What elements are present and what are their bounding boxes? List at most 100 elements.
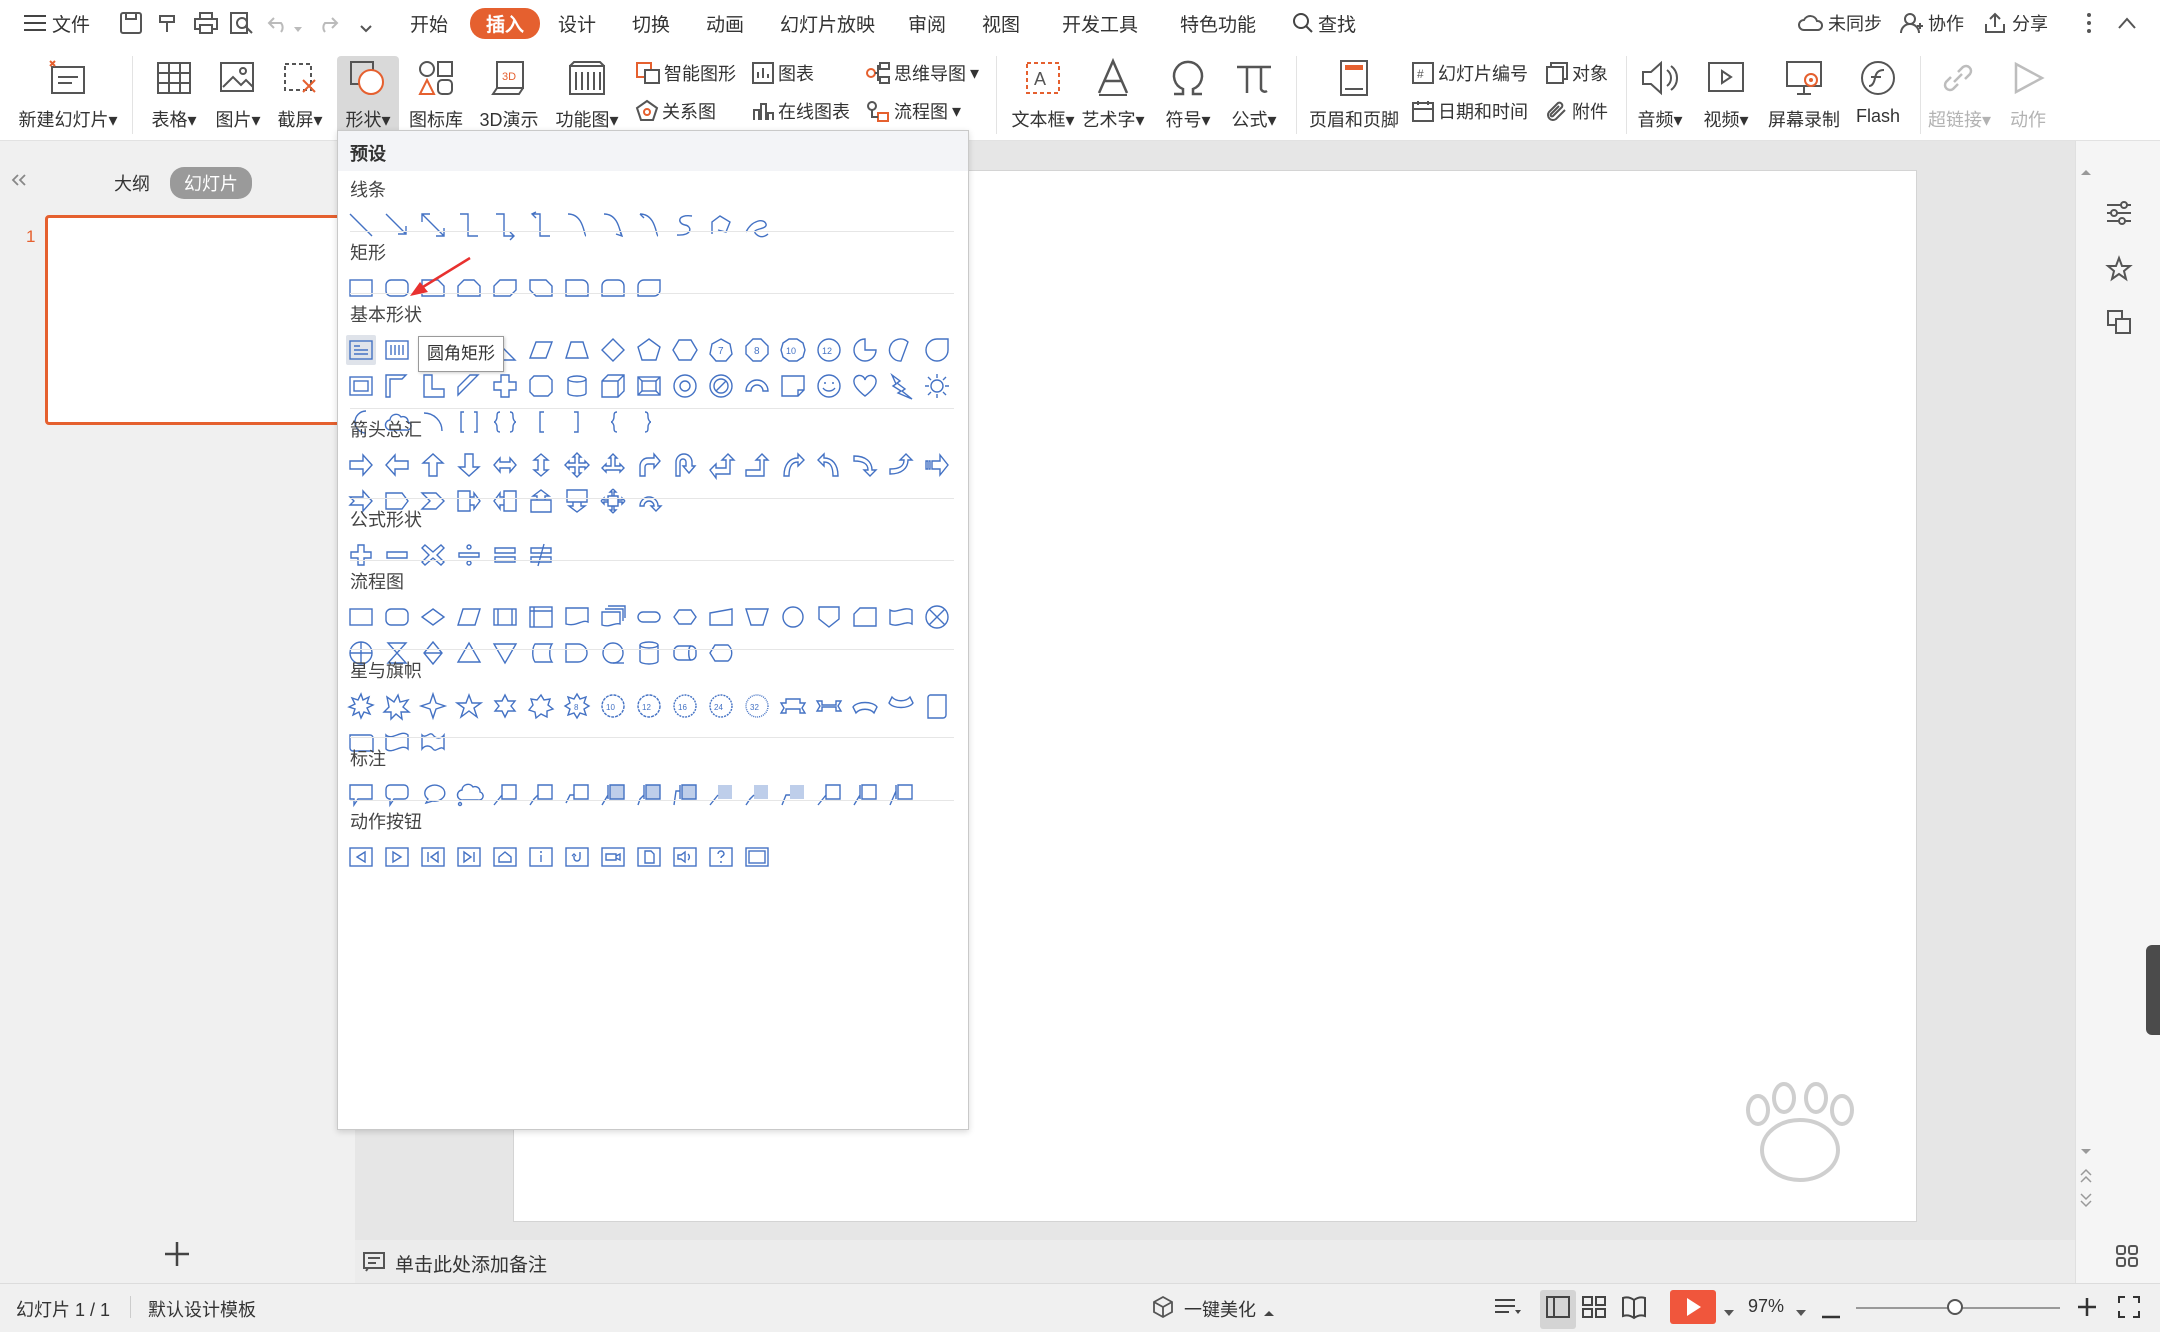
chart-button[interactable]: 图表 — [752, 60, 814, 86]
undo-icon[interactable] — [267, 14, 290, 37]
shape-can-icon[interactable] — [562, 371, 592, 401]
beautify-button[interactable]: 一键美化 — [1184, 1296, 1256, 1322]
shape-c_line3-icon[interactable] — [562, 779, 592, 809]
star-icon[interactable] — [2105, 255, 2133, 287]
shape-fmanual-icon[interactable] — [706, 602, 736, 632]
tab-design[interactable]: 设计 — [558, 10, 596, 37]
shape-ua-icon[interactable] — [418, 450, 448, 480]
shape-fdelay-icon[interactable] — [562, 638, 592, 668]
shape-curvD-icon[interactable] — [886, 450, 916, 480]
shape-dodec-icon[interactable]: 12 — [814, 335, 844, 365]
tab-animation[interactable]: 动画 — [706, 10, 744, 37]
function-chart-button[interactable]: 功能图▾ — [554, 56, 620, 132]
shape-fmanop-icon[interactable] — [742, 602, 772, 632]
shape-c_rrect-icon[interactable] — [382, 779, 412, 809]
shape-plus-icon[interactable] — [490, 371, 520, 401]
hamburger-icon[interactable] — [24, 14, 46, 37]
shape-trap-icon[interactable] — [562, 335, 592, 365]
table-button[interactable]: 表格▾ — [146, 56, 202, 132]
shape-quadcall-icon[interactable] — [598, 486, 628, 516]
shape-a_info-icon[interactable] — [526, 842, 556, 872]
shape-curvL-icon[interactable] — [814, 450, 844, 480]
audio-button[interactable]: 音频▾ — [1634, 56, 1686, 132]
shape-elbowD-icon[interactable] — [526, 210, 556, 240]
shape-la-icon[interactable] — [382, 450, 412, 480]
shape-fsort-icon[interactable] — [418, 638, 448, 668]
shape-bent-icon[interactable] — [634, 450, 664, 480]
flash-button[interactable]: Flash — [1850, 56, 1906, 127]
shape-lru-icon[interactable] — [598, 450, 628, 480]
shape-lra-icon[interactable] — [490, 450, 520, 480]
shape-fconn-icon[interactable] — [778, 602, 808, 632]
online-chart-button[interactable]: 在线图表 — [752, 98, 850, 124]
zoom-slider-thumb[interactable] — [1946, 1299, 1963, 1315]
shape-elbow-icon[interactable] — [454, 210, 484, 240]
smart-art-button[interactable]: 智能图形 — [636, 60, 736, 86]
shape-blockarc-icon[interactable] — [742, 371, 772, 401]
shape-lshape-icon[interactable] — [418, 371, 448, 401]
cloud-sync-icon[interactable] — [1798, 13, 1824, 38]
customize-dropdown-icon[interactable] — [360, 20, 372, 38]
shape-fsum-icon[interactable] — [922, 602, 952, 632]
redo-icon[interactable] — [316, 14, 339, 37]
shape-dwave-icon[interactable] — [418, 727, 448, 757]
shape-s_7-icon[interactable] — [526, 691, 556, 721]
shape-hex-icon[interactable] — [670, 335, 700, 365]
shape-c_nb3-icon[interactable] — [778, 779, 808, 809]
textbox-button[interactable]: A 文本框▾ — [1010, 56, 1076, 132]
format-painter-icon[interactable] — [158, 12, 180, 39]
beautify-toggle-icon[interactable] — [1264, 1304, 1274, 1322]
shape-s_4-icon[interactable] — [418, 691, 448, 721]
shape-ftape-icon[interactable] — [886, 602, 916, 632]
shape-donut-icon[interactable] — [670, 371, 700, 401]
shape-fextract-icon[interactable] — [454, 638, 484, 668]
shape-chevron-icon[interactable] — [418, 486, 448, 516]
shape-hept-icon[interactable]: 7 — [706, 335, 736, 365]
shape-fprocess-icon[interactable] — [346, 602, 376, 632]
header-footer-button[interactable]: 页眉和页脚 — [1306, 56, 1402, 132]
shape-lup-icon[interactable] — [706, 450, 736, 481]
shape-bentup-icon[interactable] — [742, 450, 772, 480]
tab-slideshow[interactable]: 幻灯片放映 — [780, 10, 875, 37]
prev-page-icon[interactable] — [2080, 1168, 2092, 1188]
shape-arrowline-icon[interactable] — [382, 210, 412, 240]
mindmap-button[interactable]: 思维导图 ▾ — [866, 60, 979, 86]
slide-number-button[interactable]: # 幻灯片编号 — [1412, 60, 1528, 86]
screenshot-button[interactable]: 截屏▾ — [272, 56, 328, 132]
shape-round1-icon[interactable] — [562, 273, 592, 303]
shape-wave-icon[interactable] — [382, 727, 412, 757]
shape-smiley-icon[interactable] — [814, 371, 844, 401]
shape-fterm-icon[interactable] — [634, 602, 664, 632]
slide-thumbnail[interactable] — [45, 215, 355, 425]
share-label[interactable]: 分享 — [2012, 10, 2048, 36]
tab-slides[interactable]: 幻灯片 — [170, 167, 252, 199]
collapse-ribbon-icon[interactable] — [2118, 16, 2136, 34]
shape-elbowA-icon[interactable] — [490, 210, 520, 241]
shape-dcall-icon[interactable] — [562, 486, 592, 516]
shape-curveA-icon[interactable] — [598, 210, 628, 240]
shape-lcall-icon[interactable] — [490, 486, 520, 516]
plus-icon[interactable] — [164, 1241, 190, 1272]
collaborate-icon[interactable] — [1900, 12, 1923, 39]
shape-halfframe-icon[interactable] — [382, 371, 412, 401]
object-button[interactable]: 对象 — [1546, 60, 1608, 86]
shape-textbox-icon[interactable] — [346, 335, 376, 365]
shape-c_acc1-icon[interactable] — [598, 779, 628, 809]
shape-cube-icon[interactable] — [598, 371, 628, 401]
shape-lbrace-icon[interactable] — [598, 407, 628, 437]
symbol-button[interactable]: 符号▾ — [1160, 56, 1216, 132]
relation-button[interactable]: 关系图 — [635, 98, 716, 124]
shape-c_b1-icon[interactable] — [814, 779, 844, 809]
shape-c_line2-icon[interactable] — [526, 779, 556, 809]
shape-a_sound-icon[interactable] — [670, 842, 700, 872]
shape-crib_dn-icon[interactable] — [886, 691, 916, 721]
shape-a_return-icon[interactable] — [562, 842, 592, 872]
tab-home[interactable]: 开始 — [410, 10, 448, 37]
shape-ra-icon[interactable] — [346, 450, 376, 480]
file-menu[interactable]: 文件 — [52, 10, 90, 37]
shape-s_6-icon[interactable] — [490, 691, 520, 721]
shape-snipd-icon[interactable] — [490, 273, 520, 303]
shape-s_12-icon[interactable]: 12 — [634, 691, 664, 721]
shape-rbracket-icon[interactable] — [562, 407, 592, 437]
icon-library-button[interactable]: 图标库 — [406, 56, 466, 132]
